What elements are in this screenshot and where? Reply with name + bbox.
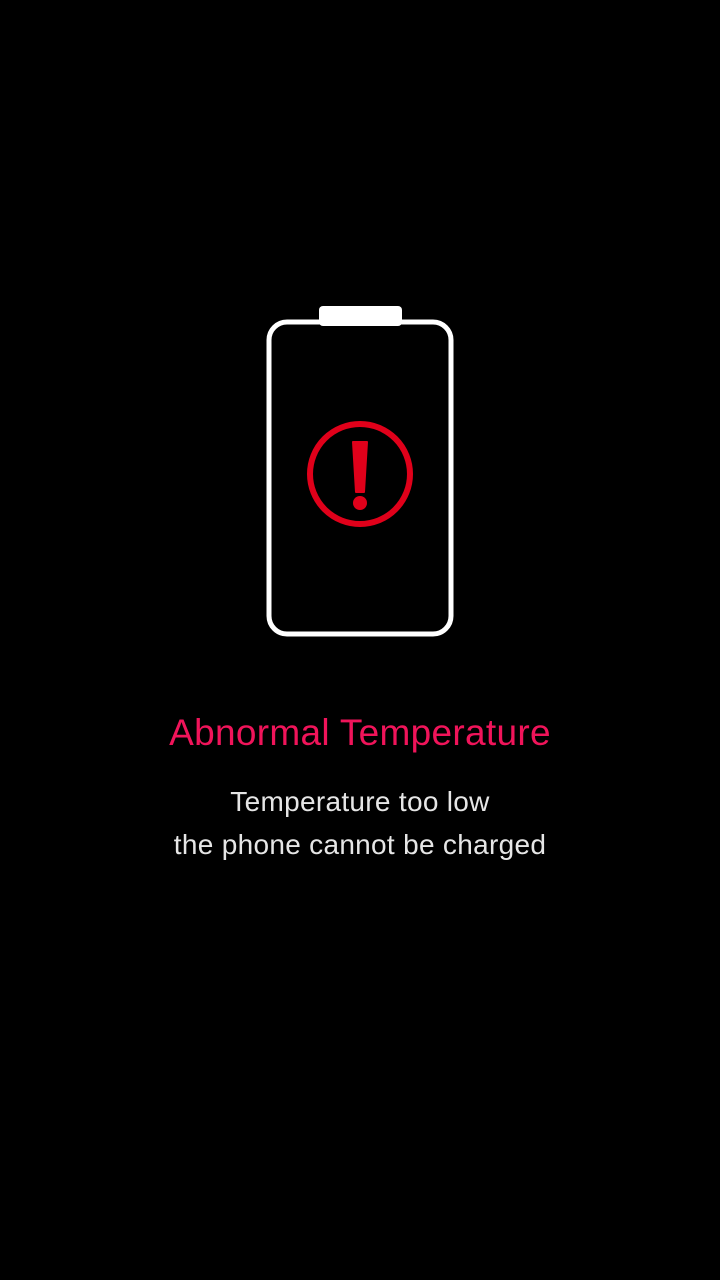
- charging-alert-screen: Abnormal Temperature Temperature too low…: [0, 0, 720, 1280]
- alert-message-line2: the phone cannot be charged: [173, 829, 547, 860]
- battery-outline-icon: [266, 306, 454, 637]
- alert-message-line1: Temperature too low: [230, 786, 490, 817]
- battery-icon: [264, 302, 456, 642]
- alert-title: Abnormal Temperature: [169, 712, 551, 753]
- exclamation-circle-icon: [307, 421, 413, 527]
- alert-message: Temperature too low the phone cannot be …: [0, 780, 720, 866]
